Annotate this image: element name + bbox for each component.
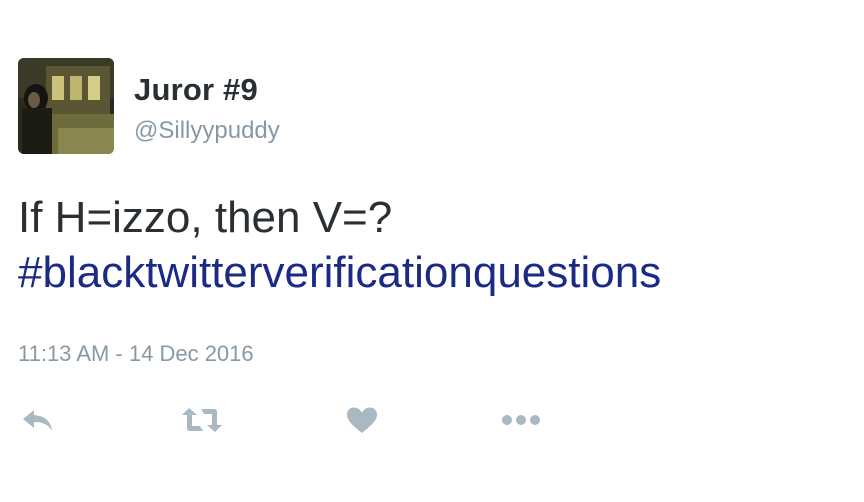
display-name[interactable]: Juror #9 xyxy=(134,72,258,108)
reply-button[interactable] xyxy=(18,398,58,442)
tweet-actions xyxy=(0,398,864,442)
hashtag-link[interactable]: #blacktwitterverificationquestions xyxy=(18,245,858,300)
user-handle[interactable]: @Sillyypuddy xyxy=(134,116,280,146)
tweet-text-line: If H=izzo, then V=? xyxy=(18,193,393,242)
tweet-text: If H=izzo, then V=? #blacktwitterverific… xyxy=(18,190,858,300)
heart-icon xyxy=(347,407,377,433)
tweet-card: Juror #9 @Sillyypuddy If H=izzo, then V=… xyxy=(0,0,864,502)
avatar[interactable] xyxy=(18,58,114,154)
more-button[interactable] xyxy=(500,398,542,442)
more-dots-icon xyxy=(502,415,540,425)
retweet-icon xyxy=(182,408,222,432)
retweet-button[interactable] xyxy=(180,398,224,442)
reply-icon xyxy=(23,410,52,431)
timestamp[interactable]: 11:13 AM - 14 Dec 2016 xyxy=(18,340,254,368)
like-button[interactable] xyxy=(344,398,380,442)
